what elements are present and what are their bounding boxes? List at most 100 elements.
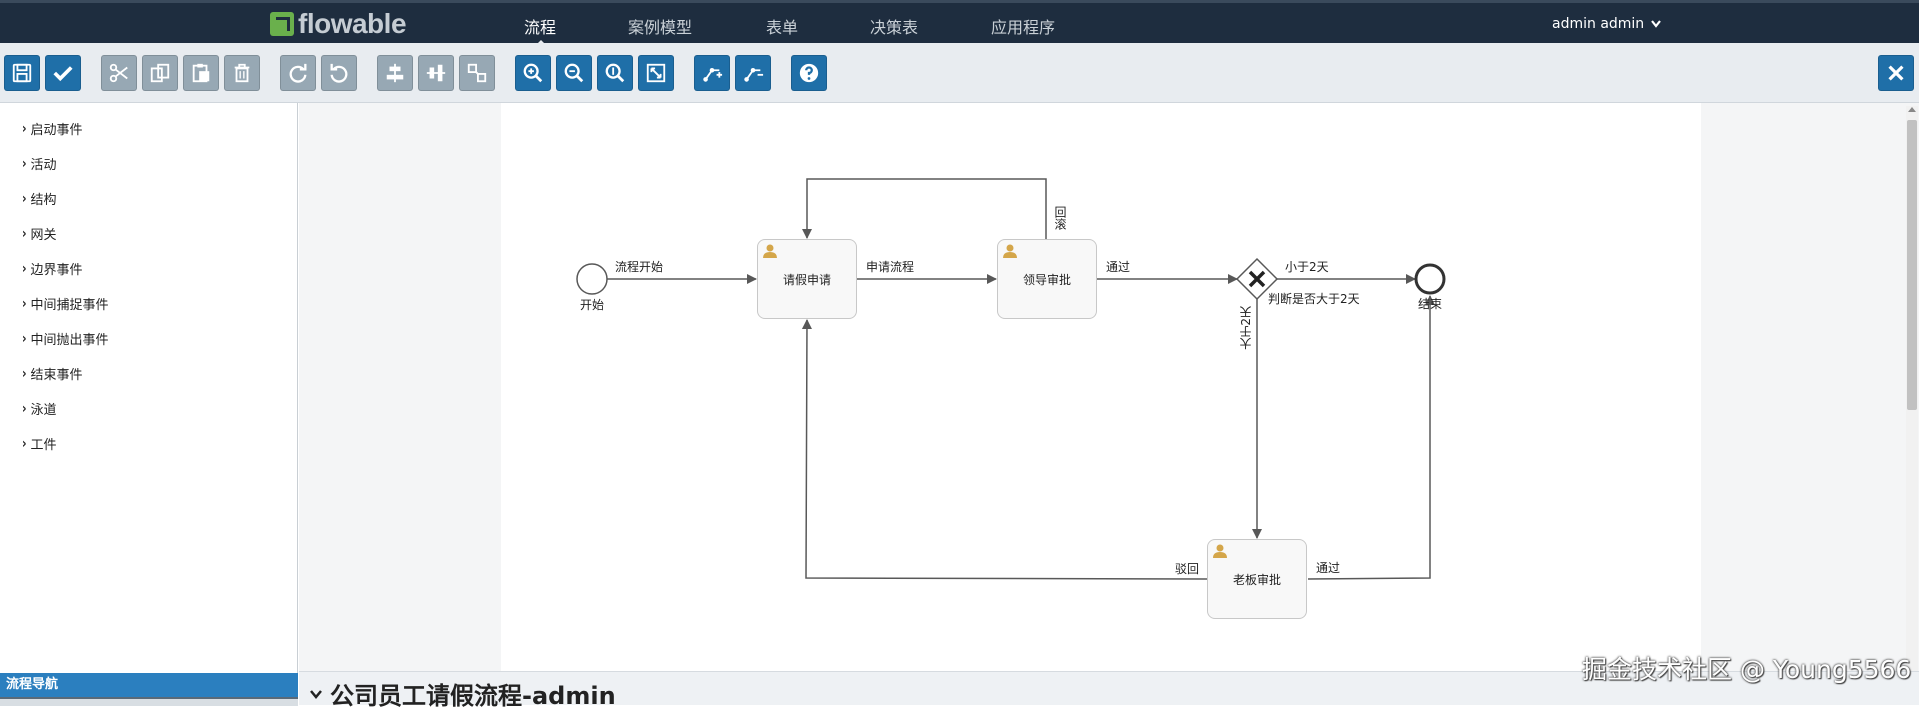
process-navigator-panel [0, 697, 298, 706]
palette-group-activities[interactable]: › 活动 [22, 154, 57, 173]
end-event-label: 结束 [1418, 297, 1443, 311]
help-icon [799, 63, 819, 83]
task-label: 老板审批 [1232, 572, 1281, 587]
check-icon [53, 66, 73, 82]
zoom-out-button[interactable] [556, 55, 592, 91]
remove-bendpoint-icon [744, 67, 764, 82]
canvas-scrollbar-thumb[interactable] [1907, 120, 1917, 410]
user-task-icon [763, 244, 777, 258]
palette-group-boundary-events[interactable]: › 边界事件 [22, 259, 83, 278]
top-navbar: flowable 流程 案例模型 表单 决策表 应用程序 admin admin [0, 0, 1919, 46]
user-menu-label: admin admin [1552, 16, 1645, 32]
align-vertical-button[interactable] [418, 55, 454, 91]
chevron-right-icon: › [22, 190, 27, 207]
zoom-in-button[interactable] [515, 55, 551, 91]
palette-group-start-events[interactable]: › 启动事件 [22, 119, 83, 138]
palette-group-label: 中间抛出事件 [30, 333, 109, 348]
flowable-logo-icon [270, 12, 294, 36]
user-task-icon [1003, 244, 1017, 258]
cut-button[interactable] [101, 55, 137, 91]
same-size-icon [467, 63, 487, 83]
add-bendpoint-button[interactable] [694, 55, 730, 91]
undo-button[interactable] [321, 55, 357, 91]
task-leader-approve[interactable]: 领导审批 [997, 239, 1097, 319]
paste-button[interactable] [183, 55, 219, 91]
add-bendpoint-icon [703, 67, 723, 82]
chevron-right-icon: › [22, 365, 27, 382]
watermark: 掘金技术社区 @ Young5566 [1582, 655, 1912, 684]
chevron-right-icon: › [22, 295, 27, 312]
nav-tab-decision-tables[interactable]: 决策表 [870, 14, 918, 38]
zoom-fit-icon [646, 63, 666, 83]
palette-group-end-events[interactable]: › 结束事件 [22, 364, 83, 383]
validate-button[interactable] [45, 55, 81, 91]
redo-icon [289, 63, 307, 83]
trash-icon [234, 63, 250, 83]
shape-palette: › 启动事件 › 活动 › 结构 › 网关 › 边界事件 › 中间捕捉事件 › 中间抛出事件 … [0, 103, 298, 706]
chevron-down-icon [310, 689, 322, 699]
start-event-label: 开始 [580, 298, 605, 312]
task-label: 领导审批 [1022, 272, 1071, 287]
palette-group-swimlanes[interactable]: › 泳道 [22, 399, 57, 418]
close-editor-button[interactable] [1878, 55, 1914, 91]
help-button[interactable] [791, 55, 827, 91]
flow-label-apply: 申请流程 [866, 260, 915, 274]
chevron-right-icon: › [22, 330, 27, 347]
chevron-right-icon: › [22, 435, 27, 452]
palette-group-artifacts[interactable]: › 工件 [22, 434, 57, 453]
chevron-right-icon: › [22, 120, 27, 137]
close-icon [1888, 65, 1904, 81]
model-title[interactable]: 公司员工请假流程-admin [310, 676, 616, 711]
nav-tab-processes[interactable]: 流程 [524, 14, 556, 38]
logo-text: flowable [298, 8, 407, 39]
process-navigator-header[interactable]: 流程导航 [0, 673, 298, 697]
chevron-right-icon: › [22, 155, 27, 172]
palette-group-catch-events[interactable]: › 中间捕捉事件 [22, 294, 109, 313]
copy-icon [150, 63, 170, 83]
palette-group-throw-events[interactable]: › 中间抛出事件 [22, 329, 109, 348]
palette-group-structural[interactable]: › 结构 [22, 189, 57, 208]
nav-tab-forms[interactable]: 表单 [766, 14, 798, 38]
palette-group-label: 启动事件 [30, 123, 83, 138]
flow-label-start: 流程开始 [615, 260, 664, 274]
user-task-icon [1213, 544, 1227, 558]
scissors-icon [109, 63, 128, 83]
zoom-fit-button[interactable] [638, 55, 674, 91]
zoom-actual-icon [605, 63, 625, 83]
align-horizontal-button[interactable] [377, 55, 413, 91]
canvas-paper[interactable] [501, 103, 1701, 671]
chevron-right-icon: › [22, 225, 27, 242]
user-menu[interactable]: admin admin [1552, 16, 1661, 32]
paste-icon [192, 63, 210, 83]
chevron-right-icon: › [22, 260, 27, 277]
same-size-button[interactable] [459, 55, 495, 91]
task-boss-approve[interactable]: 老板审批 [1207, 539, 1307, 619]
flow-label-reject: 驳回 [1175, 562, 1200, 576]
zoom-actual-button[interactable] [597, 55, 633, 91]
flow-label-greater-than: 大于2天 [1239, 306, 1253, 350]
nav-tab-apps[interactable]: 应用程序 [991, 14, 1055, 38]
copy-button[interactable] [142, 55, 178, 91]
save-button[interactable] [4, 55, 40, 91]
task-label: 请假申请 [782, 272, 831, 287]
model-title-text: 公司员工请假流程-admin [330, 682, 616, 710]
flow-label-less-than: 小于2天 [1285, 260, 1329, 274]
redo-button[interactable] [280, 55, 316, 91]
delete-button[interactable] [224, 55, 260, 91]
palette-group-label: 泳道 [30, 403, 57, 418]
task-leave-apply[interactable]: 请假申请 [757, 239, 857, 319]
align-horizontal-icon [386, 63, 404, 83]
palette-group-label: 边界事件 [30, 263, 83, 278]
remove-bendpoint-button[interactable] [735, 55, 771, 91]
gateway-label: 判断是否大于2天 [1268, 292, 1360, 306]
nav-tab-case-models[interactable]: 案例模型 [628, 14, 692, 38]
scroll-up-arrow-icon[interactable] [1908, 107, 1916, 112]
canvas-area[interactable] [299, 103, 1919, 671]
zoom-in-icon [523, 63, 543, 83]
palette-group-label: 结构 [30, 193, 57, 208]
palette-group-gateways[interactable]: › 网关 [22, 224, 57, 243]
palette-group-label: 结束事件 [30, 368, 83, 383]
undo-icon [330, 63, 348, 83]
flow-label-boss-pass: 通过 [1316, 561, 1341, 575]
flowable-logo[interactable]: flowable [270, 8, 407, 39]
